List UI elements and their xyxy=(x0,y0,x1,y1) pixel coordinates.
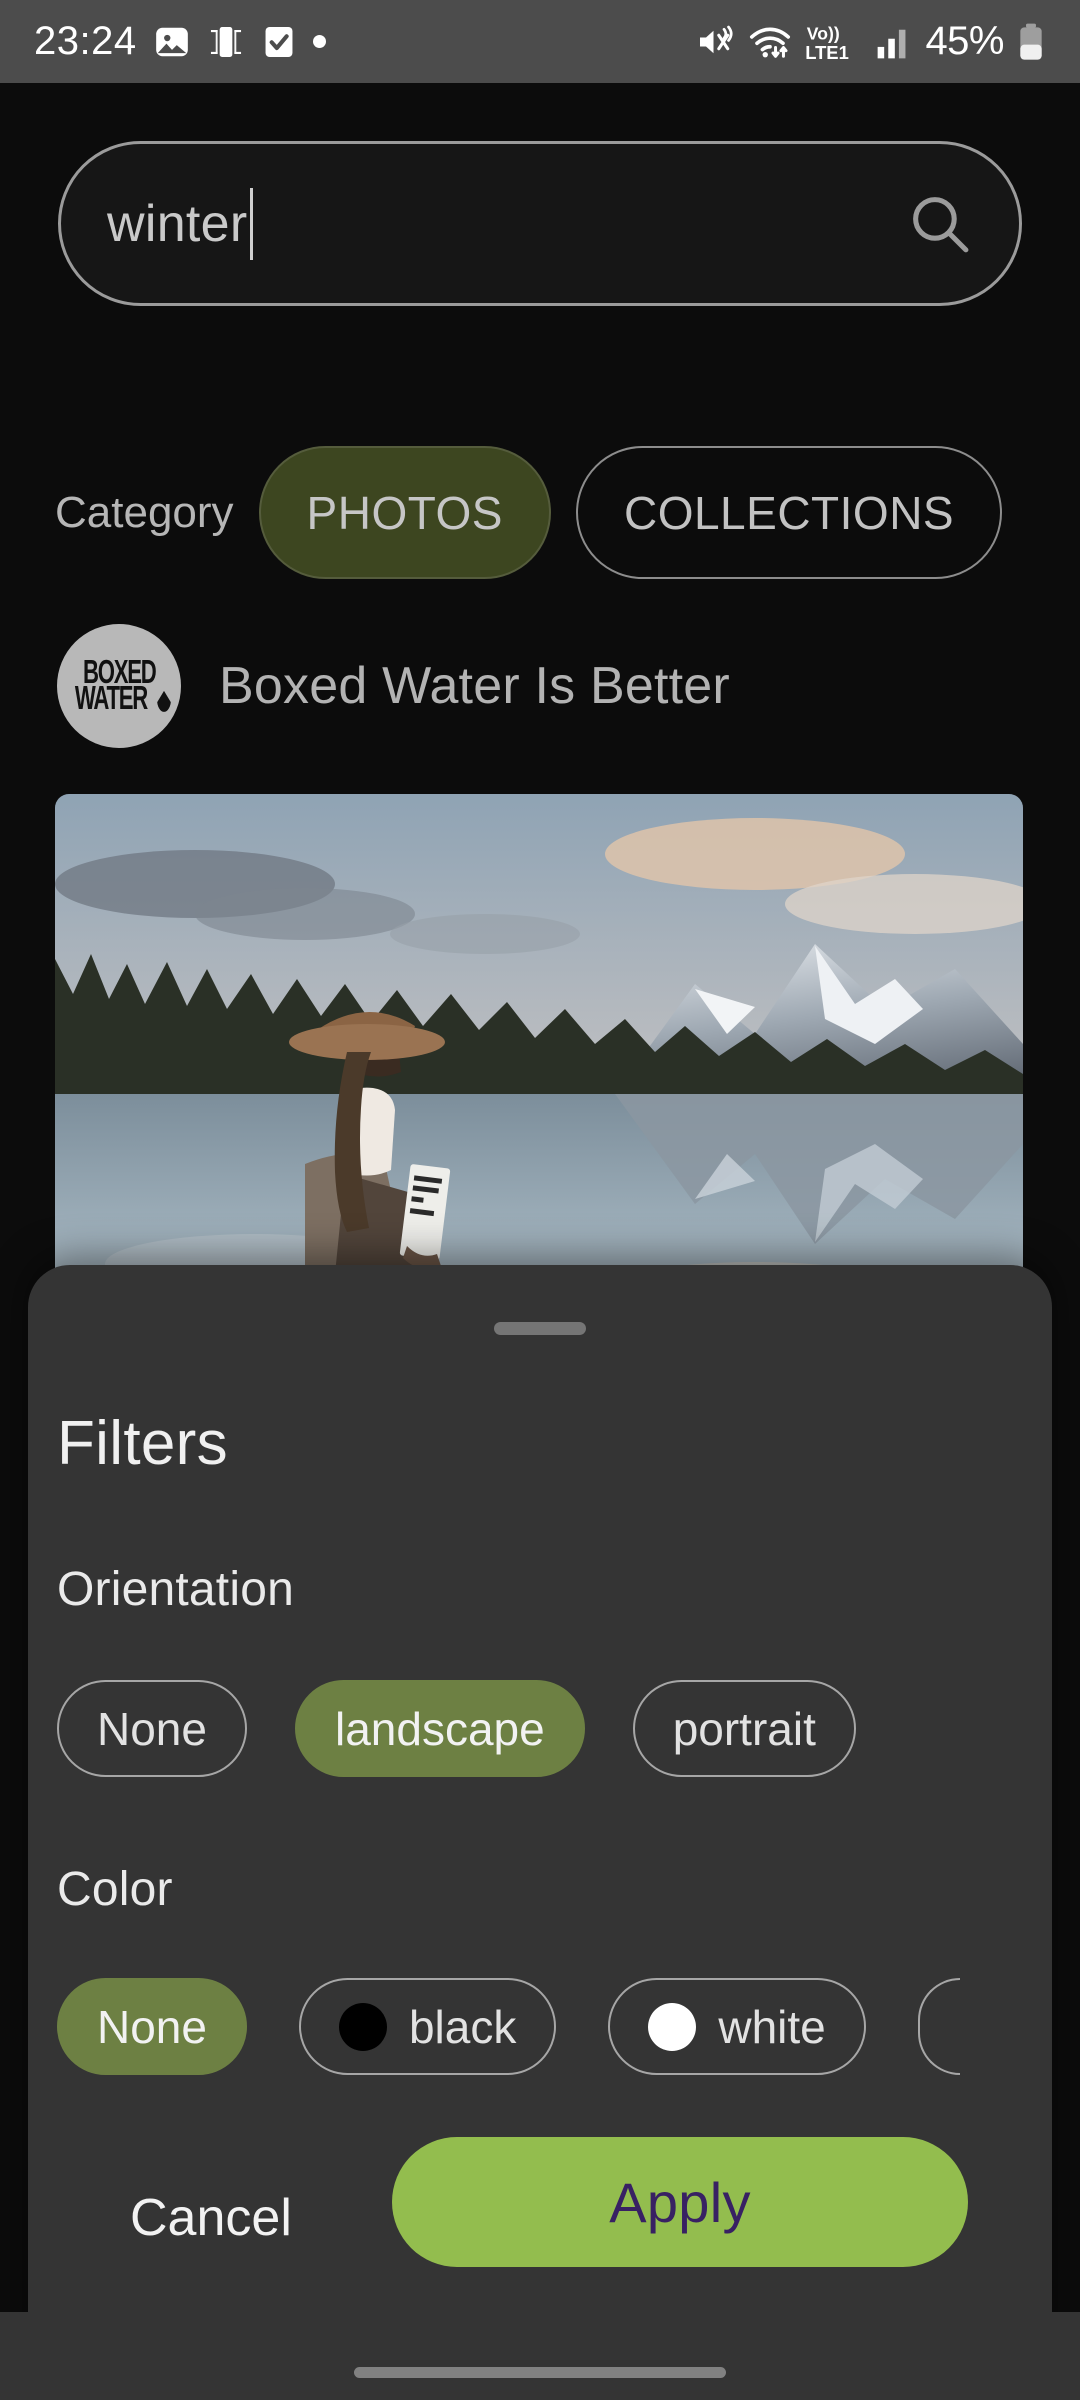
wifi-icon xyxy=(747,23,793,61)
svg-text:Vo)): Vo)) xyxy=(807,23,840,43)
color-chip-overflow[interactable] xyxy=(917,1978,960,2075)
water-drop-icon xyxy=(157,690,171,712)
drag-handle[interactable] xyxy=(494,1322,586,1335)
volte-lte1-icon: Vo)) LTE1 xyxy=(805,22,863,61)
mute-vibrate-icon xyxy=(695,24,735,60)
color-section-label: Color xyxy=(57,1863,173,1916)
color-chip-row: None black white xyxy=(57,1978,960,2075)
orientation-chip-none[interactable]: None xyxy=(57,1680,247,1777)
search-input-value: winter xyxy=(107,194,248,253)
color-chip-white-label: white xyxy=(718,2000,826,2053)
cancel-button[interactable]: Cancel xyxy=(110,2172,312,2264)
checkbox-icon xyxy=(261,23,297,61)
photo-author-name[interactable]: Boxed Water Is Better xyxy=(219,656,730,716)
signal-bars-icon xyxy=(875,24,913,60)
avatar-line-2: WATER xyxy=(74,679,148,717)
home-pill-indicator[interactable] xyxy=(354,2367,726,2378)
search-bar[interactable]: winter xyxy=(58,141,1022,306)
battery-percent-label: 45% xyxy=(925,19,1004,63)
orientation-chip-row: None landscape portrait xyxy=(57,1680,856,1777)
search-input[interactable]: winter xyxy=(107,187,907,260)
navigation-bar xyxy=(0,2312,1080,2400)
photo-author-row[interactable]: BOXED WATER Boxed Water Is Better xyxy=(57,624,730,748)
status-bar-left: 23:24 xyxy=(34,19,326,64)
color-chip-none[interactable]: None xyxy=(57,1978,247,2075)
apply-button[interactable]: Apply xyxy=(392,2137,968,2267)
orientation-chip-landscape[interactable]: landscape xyxy=(294,1680,585,1777)
status-clock: 23:24 xyxy=(34,19,137,63)
search-icon[interactable] xyxy=(907,191,973,257)
category-label: Category xyxy=(55,487,234,537)
text-caret xyxy=(249,187,253,260)
category-filter-row: Category PHOTOS COLLECTIONS xyxy=(55,445,1080,580)
phone-screen: 23:24 Vo)) LTE1 45% winter Category PHOT… xyxy=(0,0,1080,2400)
orientation-chip-portrait[interactable]: portrait xyxy=(632,1680,856,1777)
color-swatch-black xyxy=(338,2002,387,2051)
sheet-title: Filters xyxy=(57,1409,228,1478)
image-icon xyxy=(153,23,191,61)
status-bar-right: Vo)) LTE1 45% xyxy=(695,19,1046,64)
color-swatch-white xyxy=(648,2002,697,2051)
screen-mirror-icon xyxy=(207,23,245,61)
orientation-section-label: Orientation xyxy=(57,1563,294,1616)
battery-icon xyxy=(1016,22,1046,62)
avatar[interactable]: BOXED WATER xyxy=(57,624,181,748)
color-chip-white[interactable]: white xyxy=(608,1978,866,2075)
category-chip-photos[interactable]: PHOTOS xyxy=(258,446,551,579)
status-bar: 23:24 Vo)) LTE1 45% xyxy=(0,0,1080,83)
color-chip-black-label: black xyxy=(408,2000,517,2053)
color-chip-black[interactable]: black xyxy=(298,1978,557,2075)
svg-text:LTE1: LTE1 xyxy=(806,41,850,61)
category-chip-collections[interactable]: COLLECTIONS xyxy=(575,446,1003,579)
dot-indicator-icon xyxy=(312,35,326,48)
